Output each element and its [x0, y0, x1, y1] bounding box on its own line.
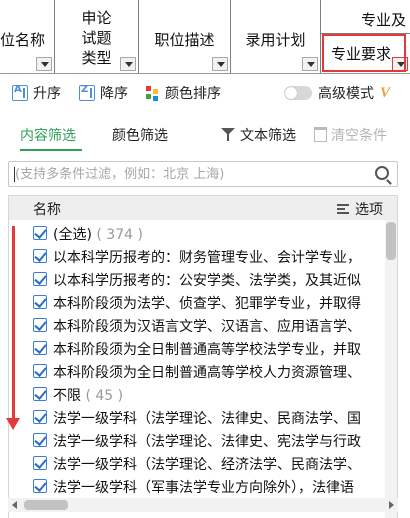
list-item-label: 法学一级学科（法学理论、法律史、民商法学、国 — [53, 411, 361, 427]
list-item[interactable]: 以本科学历报考的：公安学类、法学类，及其近似 — [9, 268, 385, 291]
filter-dropdown-button[interactable] — [302, 57, 318, 71]
list-item[interactable]: 本科阶段须为汉语言文学、汉语言、应用语言学、 — [9, 314, 385, 337]
toggle-switch-icon[interactable] — [284, 86, 312, 100]
column-header-label: 位名称 — [0, 31, 46, 49]
checkbox[interactable] — [33, 433, 47, 447]
list-item[interactable]: 法学一级学科（军事法学专业方向除外），法律语 — [9, 475, 385, 498]
text-filter-button[interactable]: 文本筛选 — [220, 125, 296, 145]
clear-conditions-button[interactable]: 清空条件 — [314, 125, 387, 145]
filter-dropdown-button[interactable] — [212, 57, 228, 71]
checkbox[interactable] — [33, 479, 47, 493]
sort-descending-label: 降序 — [100, 86, 128, 102]
color-sort-label: 颜色排序 — [165, 86, 221, 102]
column-header-label: 职位描述 — [154, 31, 215, 49]
sort-ascending-button[interactable]: 升序 — [12, 83, 61, 103]
checkbox[interactable] — [33, 318, 47, 332]
list-item-label: 本科阶段须为汉语言文学、汉语言、应用语言学、 — [53, 319, 361, 335]
advanced-mode-toggle[interactable]: 高级模式 V — [284, 83, 390, 103]
spreadsheet-header: 位名称 申论 试题 类型 职位描述 录用计划 专业及 专业要求 — [0, 0, 410, 74]
filter-dropdown-button[interactable] — [120, 57, 136, 71]
list-item[interactable]: 本科阶段须为全日制普通高等学校法学专业，并取 — [9, 337, 385, 360]
list-item-label: 以本科学历报考的：财务管理专业、会计学专业， — [53, 250, 361, 266]
options-icon — [337, 204, 349, 214]
funnel-icon — [220, 126, 236, 142]
list-item[interactable]: 法学一级学科（法学理论、法律史、民商法学、国 — [9, 406, 385, 429]
value-list: 名称 选项 (全选) ( 374 ) 以本科学历报考的：财务管理专业、会计学专业… — [8, 195, 398, 518]
sort-toolbar: 升序 降序 颜色排序 高级模式 V — [0, 75, 410, 111]
checkbox[interactable] — [33, 410, 47, 424]
annotation-highlight-box — [322, 34, 406, 72]
search-icon[interactable] — [375, 166, 389, 180]
checkbox[interactable] — [33, 249, 47, 263]
advanced-mode-label: 高级模式 — [318, 86, 374, 102]
list-item[interactable]: 本科阶段须为法学、侦查学、犯罪学专业，并取得 — [9, 291, 385, 314]
column-header-line: 试题 — [81, 29, 112, 47]
list-header-name: 名称 — [33, 202, 61, 218]
trash-icon — [314, 127, 327, 142]
sort-descending-button[interactable]: 降序 — [79, 83, 128, 103]
list-item-label: 法学一级学科（法学理论、经济法学、民商法学、 — [53, 457, 361, 473]
list-item-label: 本科阶段须为全日制普通高等学校法学专业，并取 — [53, 342, 361, 358]
list-item[interactable]: 不限 ( 45 ) — [9, 383, 385, 406]
filter-tabs: 内容筛选 颜色筛选 文本筛选 清空条件 — [0, 119, 410, 153]
scroll-left-arrow-icon[interactable] — [12, 501, 17, 509]
list-item-label: 不限 ( 45 ) — [53, 388, 124, 404]
checkbox[interactable] — [33, 387, 47, 401]
checkbox[interactable] — [33, 364, 47, 378]
color-sort-button[interactable]: 颜色排序 — [146, 83, 221, 103]
column-header-essay-type[interactable]: 申论 试题 类型 — [55, 0, 139, 73]
list-options-label: 选项 — [355, 202, 383, 218]
tab-content-filter[interactable]: 内容筛选 — [20, 125, 76, 145]
checkbox[interactable] — [33, 226, 47, 240]
column-header-line: 申论 — [81, 9, 112, 27]
sort-ascending-icon — [12, 84, 28, 101]
list-item[interactable]: (全选) ( 374 ) — [9, 222, 385, 245]
color-sort-icon — [146, 85, 160, 101]
horizontal-scrollbar[interactable] — [8, 498, 398, 512]
checkbox[interactable] — [33, 272, 47, 286]
list-item[interactable]: 本科阶段须为全日制普通高等学校人力资源管理、 — [9, 360, 385, 383]
sort-ascending-label: 升序 — [33, 86, 61, 102]
list-header: 名称 选项 — [9, 196, 397, 220]
list-item-label: 本科阶段须为全日制普通高等学校人力资源管理、 — [53, 365, 361, 381]
list-options-button[interactable]: 选项 — [337, 199, 383, 219]
list-rows: (全选) ( 374 ) 以本科学历报考的：财务管理专业、会计学专业， 以本科学… — [9, 222, 385, 498]
active-tab-indicator — [20, 149, 82, 151]
list-item[interactable]: 以本科学历报考的：财务管理专业、会计学专业， — [9, 245, 385, 268]
tab-color-filter[interactable]: 颜色筛选 — [112, 125, 168, 145]
search-input[interactable] — [15, 164, 365, 184]
checkbox[interactable] — [33, 341, 47, 355]
vertical-scroll-thumb[interactable] — [386, 222, 396, 260]
text-filter-label: 文本筛选 — [240, 128, 296, 144]
list-item-label: 以本科学历报考的：公安学类、法学类，及其近似 — [53, 273, 361, 289]
column-group-caption: 专业及 — [321, 10, 410, 34]
column-header-hiring-plan[interactable]: 录用计划 — [231, 0, 321, 73]
annotation-down-arrow-icon — [6, 226, 20, 430]
filter-dropdown-button[interactable] — [36, 57, 52, 71]
list-item-label: 法学一级学科（法学理论、法律史、宪法学与行政 — [53, 434, 361, 450]
list-item-label: 法学一级学科（军事法学专业方向除外），法律语 — [53, 480, 354, 496]
sort-descending-icon — [79, 84, 95, 101]
item-count: ( 374 ) — [96, 227, 143, 243]
column-header-position-name[interactable]: 位名称 — [0, 0, 55, 73]
list-item-label: 本科阶段须为法学、侦查学、犯罪学专业，并取得 — [53, 296, 361, 312]
list-item[interactable]: 法学一级学科（法学理论、经济法学、民商法学、 — [9, 452, 385, 475]
horizontal-scroll-thumb[interactable] — [24, 500, 68, 510]
filter-panel: 升序 降序 颜色排序 高级模式 V 内容筛选 颜色筛选 文本筛选 清空 — [0, 75, 410, 518]
list-item[interactable]: 法学一级学科（法学理论、法律史、宪法学与行政 — [9, 429, 385, 452]
checkbox[interactable] — [33, 456, 47, 470]
search-box — [8, 161, 398, 187]
column-header-label: 录用计划 — [245, 31, 306, 49]
vertical-scrollbar[interactable] — [385, 220, 397, 518]
list-item-label: (全选) ( 374 ) — [53, 227, 143, 243]
clear-conditions-label: 清空条件 — [331, 128, 387, 144]
column-header-position-desc[interactable]: 职位描述 — [139, 0, 231, 73]
item-count: ( 45 ) — [85, 388, 124, 404]
scroll-right-arrow-icon[interactable] — [389, 501, 394, 509]
vip-badge-icon: V — [380, 84, 391, 101]
checkbox[interactable] — [33, 295, 47, 309]
